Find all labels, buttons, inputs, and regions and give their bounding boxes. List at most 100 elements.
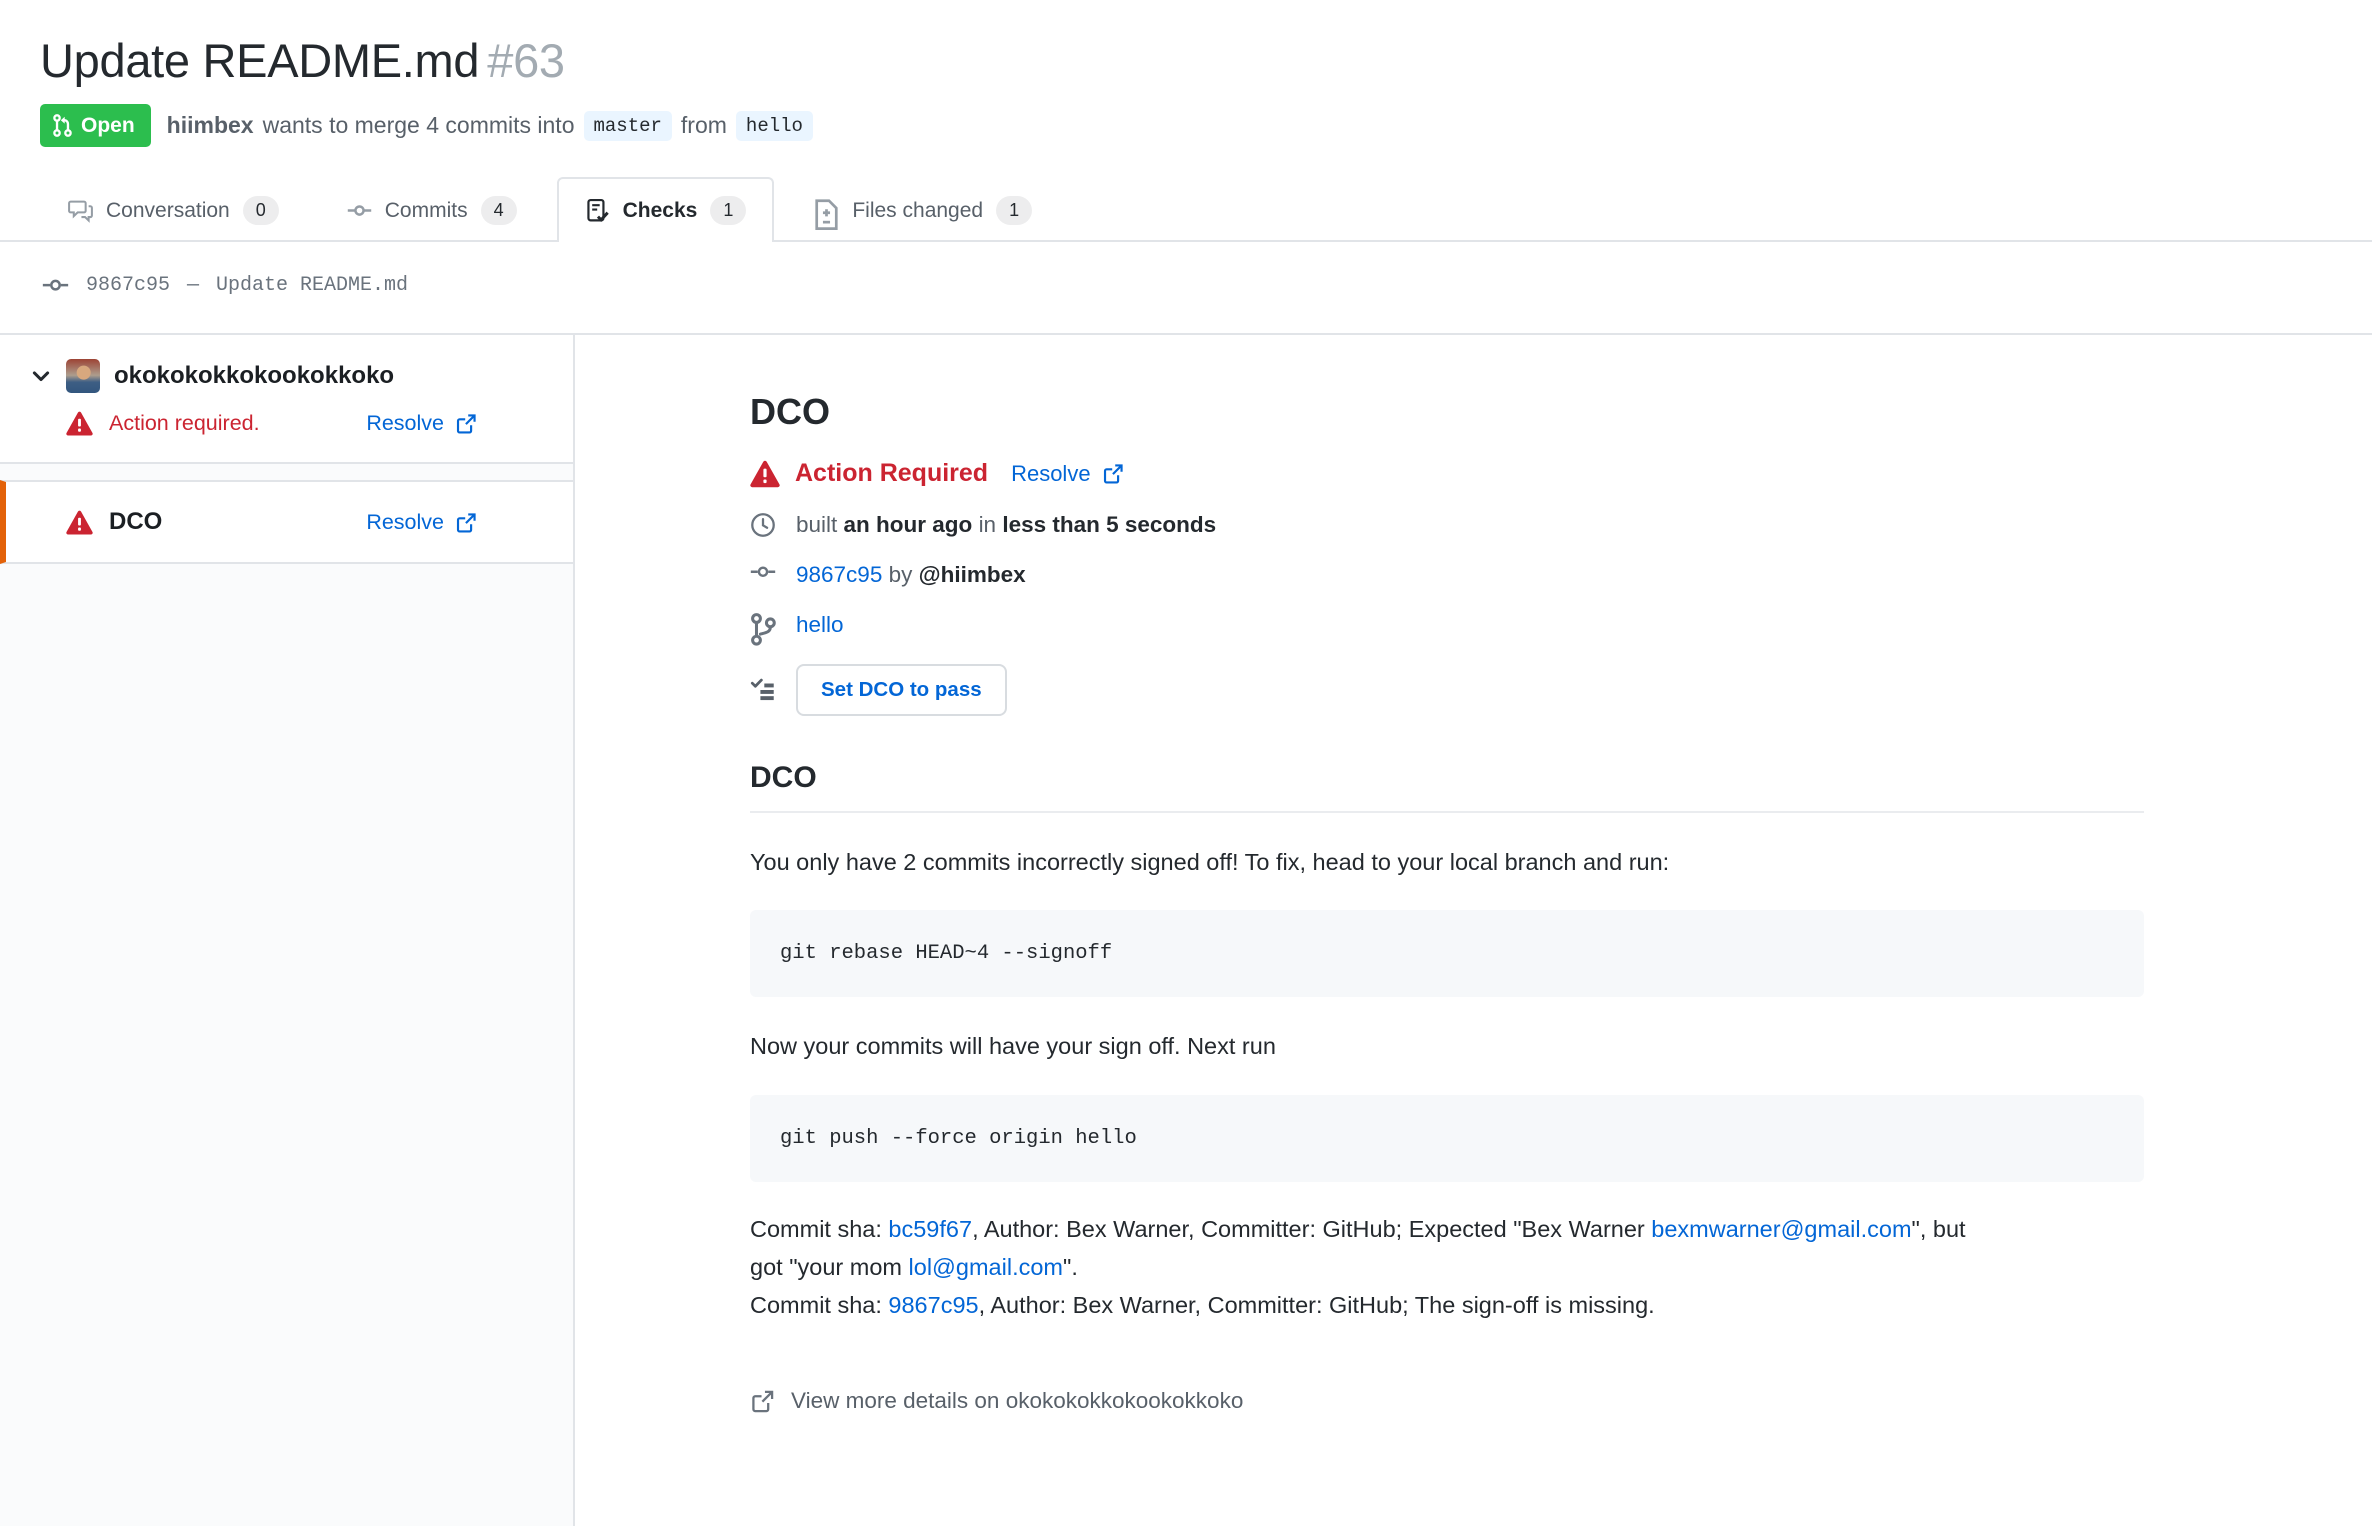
suite-resolve-link[interactable]: Resolve [366,411,478,436]
check-run-dco[interactable]: DCO Resolve [0,480,573,564]
output-heading: DCO [750,761,2144,813]
link-external-icon [750,1388,776,1414]
tab-counter: 0 [242,196,279,225]
check-suite: okokokokkokookokkoko Action required. Re… [0,335,573,464]
tab-checks[interactable]: Checks 1 [556,177,775,242]
code-block-push: git push --force origin hello [750,1094,2144,1182]
run-resolve-link[interactable]: Resolve [366,510,478,535]
suite-status-row: Action required. Resolve [0,411,573,436]
view-more-details-link[interactable]: View more details on okokokokkokookokkok… [750,1388,1243,1414]
tab-label: Commits [384,198,468,222]
tab-label: Files changed [852,198,984,222]
report-text: Commit sha: [750,1291,889,1318]
sha-link-9867c95[interactable]: 9867c95 [888,1292,978,1318]
email-link-got[interactable]: lol@gmail.com [909,1254,1063,1280]
commit-sha-link[interactable]: 9867c95 [796,562,882,587]
head-branch-ref: hello [735,110,813,141]
comment-discussion-icon [68,198,93,223]
sha-link-bc59f67[interactable]: bc59f67 [888,1216,972,1242]
check-status-label: Action Required [795,459,989,487]
pr-state-label: Open [81,113,135,137]
tab-label: Checks [622,198,698,222]
build-time-text: built an hour ago in less than 5 seconds [796,512,1216,538]
tasklist-icon [750,677,776,703]
check-run-name: DCO [109,508,163,535]
build-time-row: built an hour ago in less than 5 seconds [750,512,2144,538]
link-external-icon [1102,462,1125,485]
commit-author: @hiimbex [918,562,1026,587]
tab-conversation[interactable]: Conversation 0 [40,177,307,242]
check-suite-header[interactable]: okokokokkokookokkoko [0,359,573,393]
report-text: ". [1063,1253,1078,1280]
resolve-label: Resolve [366,411,444,435]
tab-counter: 1 [996,196,1033,225]
tab-label: Conversation [106,198,230,222]
pr-author: hiimbex [166,112,254,138]
check-status-row: Action Required Resolve [750,459,2144,488]
report-text: Commit sha: [750,1215,889,1242]
chevron-down-icon[interactable] [30,365,52,387]
commit-message: Update README.md [216,274,409,297]
email-link-expected[interactable]: bexmwarner@gmail.com [1651,1216,1911,1242]
check-detail-panel: DCO Action Required Resolve built an hou… [575,335,2372,1526]
tab-counter: 1 [710,196,747,225]
commit-sha: 9867c95 [86,274,171,297]
pr-state-badge: Open [40,104,151,147]
suite-avatar [66,359,100,393]
check-output: DCO You only have 2 commits incorrectly … [750,761,2144,1419]
merge-text-from: from [680,112,727,138]
pr-title-text: Update README.md [40,34,480,87]
link-external-icon [455,511,478,534]
resolve-label: Resolve [366,509,444,534]
git-branch-icon [750,612,776,646]
tab-files-changed[interactable]: Files changed 1 [786,177,1060,242]
file-diff-icon [814,198,839,230]
commit-sha-report: Commit sha: bc59f67 , Author: Bex Warner,… [750,1210,2144,1324]
commit-row-text: 9867c95 by @hiimbex [796,562,1026,588]
suite-name: okokokokkokookokkoko [114,362,395,389]
report-text: got "your mom [750,1253,909,1280]
git-pull-request-icon [53,114,72,137]
git-commit-icon [347,198,372,223]
sidebar-empty-area [0,564,573,1526]
pr-header: Update README.md #63 Open hiimbex wants t… [0,0,2372,147]
pr-number: #63 [487,34,565,87]
check-resolve-link[interactable]: Resolve [1011,461,1124,487]
git-commit-icon [42,275,69,296]
tab-counter: 4 [480,196,517,225]
commit-separator: — [187,274,200,297]
git-commit-icon [750,562,776,588]
output-paragraph: Now your commits will have your sign off… [750,1033,1276,1060]
link-external-icon [455,412,478,435]
built-infix: in [978,512,997,537]
check-action-row: Set DCO to pass [750,664,2144,716]
base-branch-ref: master [583,110,672,141]
view-more-details-label: View more details on okokokokkokookokkok… [791,1387,1244,1413]
suite-status-text: Action required. [109,411,260,435]
tab-commits[interactable]: Commits 4 [319,177,545,242]
checks-sidebar: okokokokkokookokkoko Action required. Re… [0,335,575,1526]
report-text: ", but [1911,1215,1966,1242]
commit-by: by [888,562,913,587]
page-title: Update README.md #63 [40,32,2332,90]
clock-icon [750,512,776,538]
code-block-rebase: git rebase HEAD~4 --signoff [750,910,2144,998]
resolve-label: Resolve [1011,460,1091,486]
built-prefix: built [796,512,838,537]
report-text: , Author: Bex Warner, Committer: GitHub;… [978,1291,1655,1318]
built-duration: less than 5 seconds [1002,512,1217,537]
pr-tabnav: Conversation 0 Commits 4 Checks 1 Files … [0,177,2372,242]
merge-text: wants to merge 4 commits into [262,112,575,138]
built-time: an hour ago [843,512,973,537]
alert-icon [66,411,93,436]
set-dco-to-pass-button[interactable]: Set DCO to pass [796,664,1007,716]
commit-row: 9867c95 by @hiimbex [750,562,2144,588]
alert-icon [750,460,780,488]
checks-layout: okokokokkokookokkoko Action required. Re… [0,335,2372,1526]
merge-summary: hiimbex wants to merge 4 commits into ma… [166,110,813,141]
output-paragraph: You only have 2 commits incorrectly sign… [750,849,1670,875]
branch-row: hello [750,612,2144,646]
alert-icon [66,510,93,535]
checklist-icon [585,198,610,223]
branch-link[interactable]: hello [796,612,844,638]
